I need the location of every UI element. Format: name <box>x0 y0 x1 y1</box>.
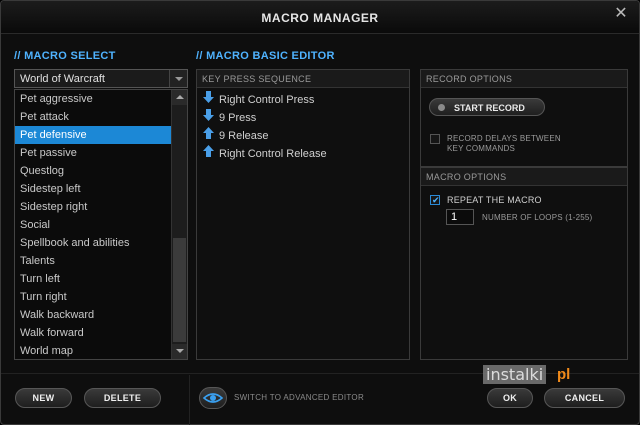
window-title: MACRO MANAGER <box>261 11 379 25</box>
macro-list-item[interactable]: Walk forward <box>15 324 171 342</box>
key-sequence-label: Right Control Release <box>219 148 327 160</box>
key-sequence-label: 9 Press <box>219 112 257 124</box>
key-sequence-label: 9 Release <box>219 130 269 142</box>
macro-editor-title: // MACRO BASIC EDITOR <box>196 50 335 62</box>
dropdown-toggle[interactable] <box>169 70 187 87</box>
macro-list-item[interactable]: Turn left <box>15 270 171 288</box>
key-sequence-row[interactable]: Right Control Press <box>203 91 314 107</box>
loops-label: NUMBER OF LOOPS (1-255) <box>482 213 593 222</box>
macro-list-item[interactable]: Spellbook and abilities <box>15 234 171 252</box>
macro-options-header: MACRO OPTIONS <box>421 168 627 186</box>
macro-list-item[interactable]: Pet passive <box>15 144 171 162</box>
macro-options-panel: MACRO OPTIONS ✔ REPEAT THE MACRO 1 NUMBE… <box>420 167 628 360</box>
key-sequence-header: KEY PRESS SEQUENCE <box>197 70 409 88</box>
arrow-up-icon <box>203 145 215 162</box>
loops-input[interactable]: 1 <box>446 209 474 225</box>
scroll-thumb[interactable] <box>173 238 186 342</box>
record-delays-label-line2: KEY COMMANDS <box>447 144 516 153</box>
repeat-macro-checkbox[interactable]: ✔ <box>430 195 440 205</box>
repeat-macro-label: REPEAT THE MACRO <box>447 195 542 205</box>
macro-list-scrollbar[interactable] <box>171 90 187 359</box>
record-delays-checkbox[interactable] <box>430 134 440 144</box>
key-sequence-row[interactable]: 9 Press <box>203 109 256 125</box>
key-sequence-row[interactable]: Right Control Release <box>203 145 327 161</box>
record-dot-icon <box>438 104 445 111</box>
watermark-suffix: pl <box>557 366 571 383</box>
arrow-up-icon <box>203 127 215 144</box>
record-options-header: RECORD OPTIONS <box>421 70 627 88</box>
record-delays-label-line1: RECORD DELAYS BETWEEN <box>447 134 561 143</box>
game-dropdown-value: World of Warcraft <box>20 73 105 85</box>
key-sequence-row[interactable]: 9 Release <box>203 127 269 143</box>
key-sequence-label: Right Control Press <box>219 94 315 106</box>
macro-list-item[interactable]: Pet aggressive <box>15 90 171 108</box>
arrow-down-icon <box>203 109 215 126</box>
cancel-button[interactable]: CANCEL <box>544 388 625 408</box>
macro-list-item[interactable]: Questlog <box>15 162 171 180</box>
switch-advanced-label: SWITCH TO ADVANCED EDITOR <box>234 393 365 402</box>
macro-list-item[interactable]: Talents <box>15 252 171 270</box>
scroll-up-button[interactable] <box>172 90 187 105</box>
macro-select-title: // MACRO SELECT <box>14 50 116 62</box>
ok-button[interactable]: OK <box>487 388 533 408</box>
macro-list-item[interactable]: Turn right <box>15 288 171 306</box>
title-bar: MACRO MANAGER ✕ <box>1 1 639 34</box>
chevron-down-icon <box>176 349 184 353</box>
macro-list-item[interactable]: Sidestep right <box>15 198 171 216</box>
macro-list-item[interactable]: Walk backward <box>15 306 171 324</box>
macro-list-item[interactable]: Social <box>15 216 171 234</box>
chevron-up-icon <box>176 95 184 99</box>
key-sequence-panel: KEY PRESS SEQUENCE Right Control Press 9 … <box>196 69 410 360</box>
record-options-panel: RECORD OPTIONS START RECORD RECORD DELAY… <box>420 69 628 167</box>
watermark-text: instalki <box>483 365 547 384</box>
start-record-label: START RECORD <box>454 103 525 113</box>
close-icon[interactable]: ✕ <box>611 5 631 23</box>
macro-list-item[interactable]: Pet attack <box>15 108 171 126</box>
start-record-button[interactable]: START RECORD <box>429 98 545 116</box>
macro-list-item[interactable]: Pet defensive <box>15 126 171 144</box>
delete-button[interactable]: DELETE <box>84 388 161 408</box>
eye-icon <box>202 393 224 403</box>
watermark-logo: instalki pl <box>479 363 599 387</box>
arrow-down-icon <box>203 91 215 108</box>
game-dropdown[interactable]: World of Warcraft <box>14 69 188 88</box>
checkmark-icon: ✔ <box>432 195 440 205</box>
eye-button[interactable] <box>199 387 227 409</box>
scroll-down-button[interactable] <box>172 344 187 359</box>
chevron-down-icon <box>175 77 183 81</box>
macro-manager-window: MACRO MANAGER ✕ // MACRO SELECT World of… <box>0 0 640 425</box>
footer-vertical-divider <box>189 375 190 425</box>
macro-list-item[interactable]: Sidestep left <box>15 180 171 198</box>
macro-list-item[interactable]: World map <box>15 342 171 359</box>
new-button[interactable]: NEW <box>15 388 72 408</box>
macro-list[interactable]: World map Walk forward Walk backward Turn r… <box>14 89 188 360</box>
